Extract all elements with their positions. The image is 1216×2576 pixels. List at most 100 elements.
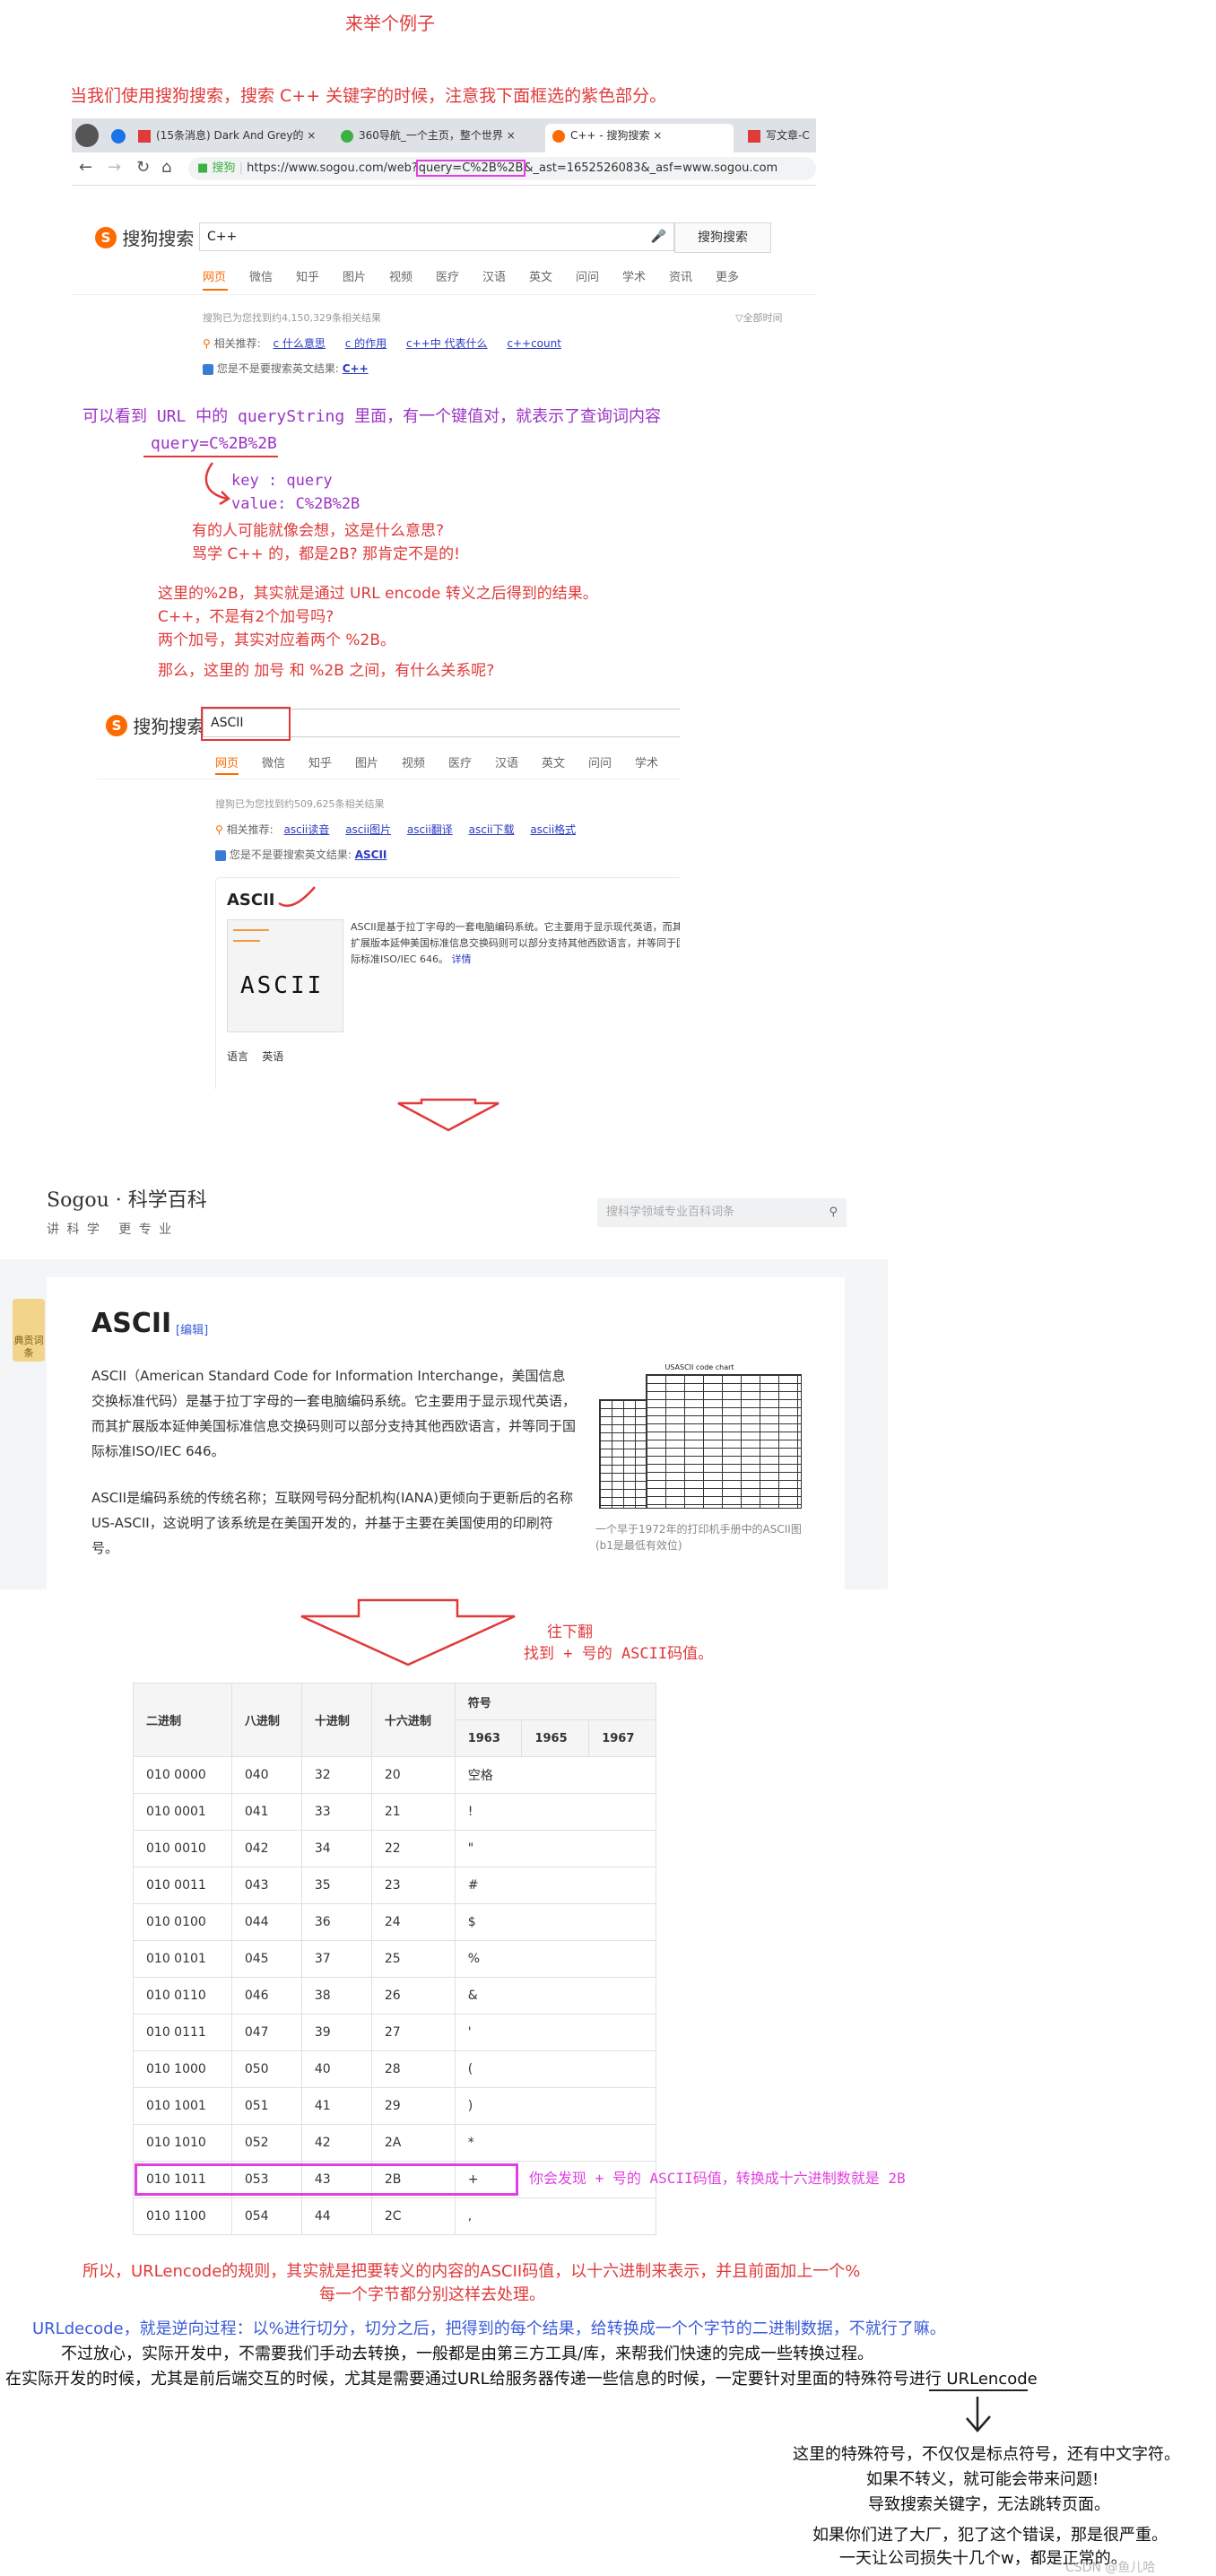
nav-item[interactable]: 图片: [355, 753, 378, 770]
baike-header: Sogou · 科学百科 讲 科 学 更 专 业 搜科学领域专业百科词条 ⚲: [0, 1159, 888, 1259]
table-cell: 010 1001: [133, 2087, 232, 2125]
nav-item[interactable]: 资讯: [669, 267, 692, 284]
browser-icon: [111, 129, 126, 144]
note-answer-4: 那么，这里的 加号 和 %2B 之间，有什么关系呢?: [158, 662, 495, 680]
search-button[interactable]: 搜狗搜索: [674, 222, 771, 253]
related-link[interactable]: c 的作用: [345, 337, 387, 350]
address-bar-row: ← → ↻ ⌂ ■ 搜狗 | https://www.sogou.com/web…: [72, 152, 816, 186]
table-cell: 010 1100: [133, 2197, 232, 2235]
english-link[interactable]: ASCII: [355, 849, 387, 861]
close-icon[interactable]: ×: [653, 129, 662, 142]
related-link[interactable]: ascii读音: [284, 823, 330, 836]
table-cell: 44: [300, 2197, 372, 2235]
table-row: 010 1100 054 44 2C,: [133, 2197, 657, 2235]
nav-item[interactable]: 问问: [588, 753, 612, 770]
nav-item[interactable]: 视频: [389, 267, 413, 284]
note-scroll: 往下翻: [547, 1623, 593, 1641]
nav-active-indicator: [215, 773, 239, 775]
nav-item[interactable]: 网页: [203, 267, 226, 284]
note-query-kv: query=C%2B%2B: [151, 434, 277, 453]
close-icon[interactable]: ×: [507, 129, 516, 142]
reload-icon[interactable]: ↻: [136, 158, 150, 177]
related-link[interactable]: ascii图片: [345, 823, 391, 836]
mic-icon[interactable]: 🎤: [651, 223, 666, 250]
table-cell: 010 0101: [133, 1940, 232, 1978]
card-language-row: 语言 英语: [227, 1050, 284, 1063]
table-cell: 42: [300, 2124, 372, 2162]
related-link[interactable]: ascii格式: [530, 823, 576, 836]
home-icon[interactable]: ⌂: [161, 158, 171, 177]
sogou-logo[interactable]: S 搜狗搜索: [95, 224, 194, 250]
col-octal: 八进制: [230, 1683, 302, 1757]
col-hex: 十六进制: [370, 1683, 456, 1757]
table-cell: 空格: [454, 1756, 657, 1794]
table-cell: ': [454, 2014, 657, 2051]
table-cell: 050: [230, 2050, 302, 2088]
nav-item[interactable]: 学术: [635, 753, 658, 770]
tab-sogou-active[interactable]: C++ - 搜狗搜索 ×: [545, 124, 734, 152]
table-cell: 41: [300, 2087, 372, 2125]
baike-logo[interactable]: Sogou · 科学百科: [47, 1184, 207, 1213]
note-answer-2: C++，不是有2个加号吗?: [158, 608, 334, 626]
card-more-link[interactable]: 详情: [451, 953, 471, 965]
time-filter[interactable]: ▽全部时间: [735, 310, 782, 325]
search-icon[interactable]: ⚲: [829, 1198, 838, 1227]
forward-icon[interactable]: →: [108, 158, 121, 177]
related-link[interactable]: c++count: [507, 337, 561, 350]
nav-item[interactable]: 学术: [622, 267, 646, 284]
search-input[interactable]: C++ 🎤: [199, 222, 674, 251]
nav-item[interactable]: 微信: [249, 267, 273, 284]
edit-link[interactable]: [编辑]: [176, 1320, 208, 1337]
nav-item[interactable]: 知乎: [296, 267, 319, 284]
avatar[interactable]: [75, 124, 99, 147]
url-field[interactable]: ■ 搜狗 | https://www.sogou.com/web?query=C…: [188, 157, 816, 180]
col-year-1967: 1967: [588, 1719, 656, 1757]
english-suggest: 您是不是要搜索英文结果: ASCII: [215, 847, 387, 862]
related-link[interactable]: ascii下载: [469, 823, 515, 836]
translate-icon: [215, 849, 226, 861]
nav-item[interactable]: 英文: [529, 267, 552, 284]
ascii-table: 二进制 八进制 十进制 十六进制 符号 1963 1965 1967 010 0…: [133, 1683, 657, 2235]
note-find-plus: 找到 + 号的 ASCII码值。: [524, 1645, 714, 1663]
related-link[interactable]: ascii翻译: [407, 823, 453, 836]
baike-slogan: 讲 科 学 更 专 业: [47, 1223, 174, 1237]
rule-line-2: 每一个字节都分别这样去处理。: [319, 2285, 545, 2304]
table-cell: 051: [230, 2087, 302, 2125]
table-cell: 32: [300, 1756, 372, 1794]
nav-item[interactable]: 问问: [576, 267, 599, 284]
footnote-3: 导致搜索关键字，无法跳转页面。: [868, 2495, 1110, 2514]
table-cell: ): [454, 2087, 657, 2125]
related-link[interactable]: c++中 代表什么: [406, 337, 488, 350]
table-row: 010 0011 043 35 23 #: [133, 1867, 657, 1904]
nav-item[interactable]: 英文: [542, 753, 565, 770]
back-icon[interactable]: ←: [79, 158, 92, 177]
table-row: 010 0110 046 38 26 &: [133, 1977, 657, 2015]
nav-item[interactable]: 网页: [215, 753, 239, 770]
nav-item[interactable]: 微信: [262, 753, 285, 770]
nav-item[interactable]: 知乎: [308, 753, 332, 770]
watermark: CSDN @鱼儿哈: [1065, 2561, 1156, 2575]
tab-csdn[interactable]: (15条消息) Dark And Grey的 ×: [138, 124, 317, 147]
table-cell: 33: [300, 1793, 372, 1831]
nav-item[interactable]: 更多: [716, 267, 739, 284]
nav-item[interactable]: 视频: [402, 753, 425, 770]
plus-hex-note: 你会发现 + 号的 ASCII码值，转换成十六进制数就是 2B: [529, 2169, 906, 2187]
nav-item[interactable]: 图片: [343, 267, 366, 284]
search-nav: 网页 微信 知乎 图片 视频 医疗 汉语 英文 问问 学术: [215, 753, 680, 773]
table-cell: 047: [230, 2014, 302, 2051]
knowledge-card[interactable]: ASCII ASCII ASCII是基于拉丁字母的一套电脑编码系统。它主要用于显…: [215, 877, 680, 1089]
tab-360[interactable]: 360导航_一个主页，整个世界 ×: [341, 124, 529, 147]
nav-item[interactable]: 医疗: [448, 753, 472, 770]
close-icon[interactable]: ×: [307, 129, 316, 142]
related-link[interactable]: c 什么意思: [274, 337, 326, 350]
plus-row-highlight: [135, 2163, 518, 2196]
underline-mark: [143, 456, 278, 457]
english-link[interactable]: C++: [343, 362, 369, 375]
sogou-logo[interactable]: S 搜狗搜索: [106, 712, 204, 738]
nav-item[interactable]: 汉语: [482, 267, 506, 284]
tab-write[interactable]: 写文章-C: [748, 124, 816, 147]
table-row: 010 0000 040 32 20 空格: [133, 1756, 657, 1794]
nav-item[interactable]: 医疗: [436, 267, 459, 284]
nav-item[interactable]: 汉语: [495, 753, 518, 770]
baike-search-input[interactable]: 搜科学领域专业百科词条 ⚲: [597, 1198, 847, 1227]
